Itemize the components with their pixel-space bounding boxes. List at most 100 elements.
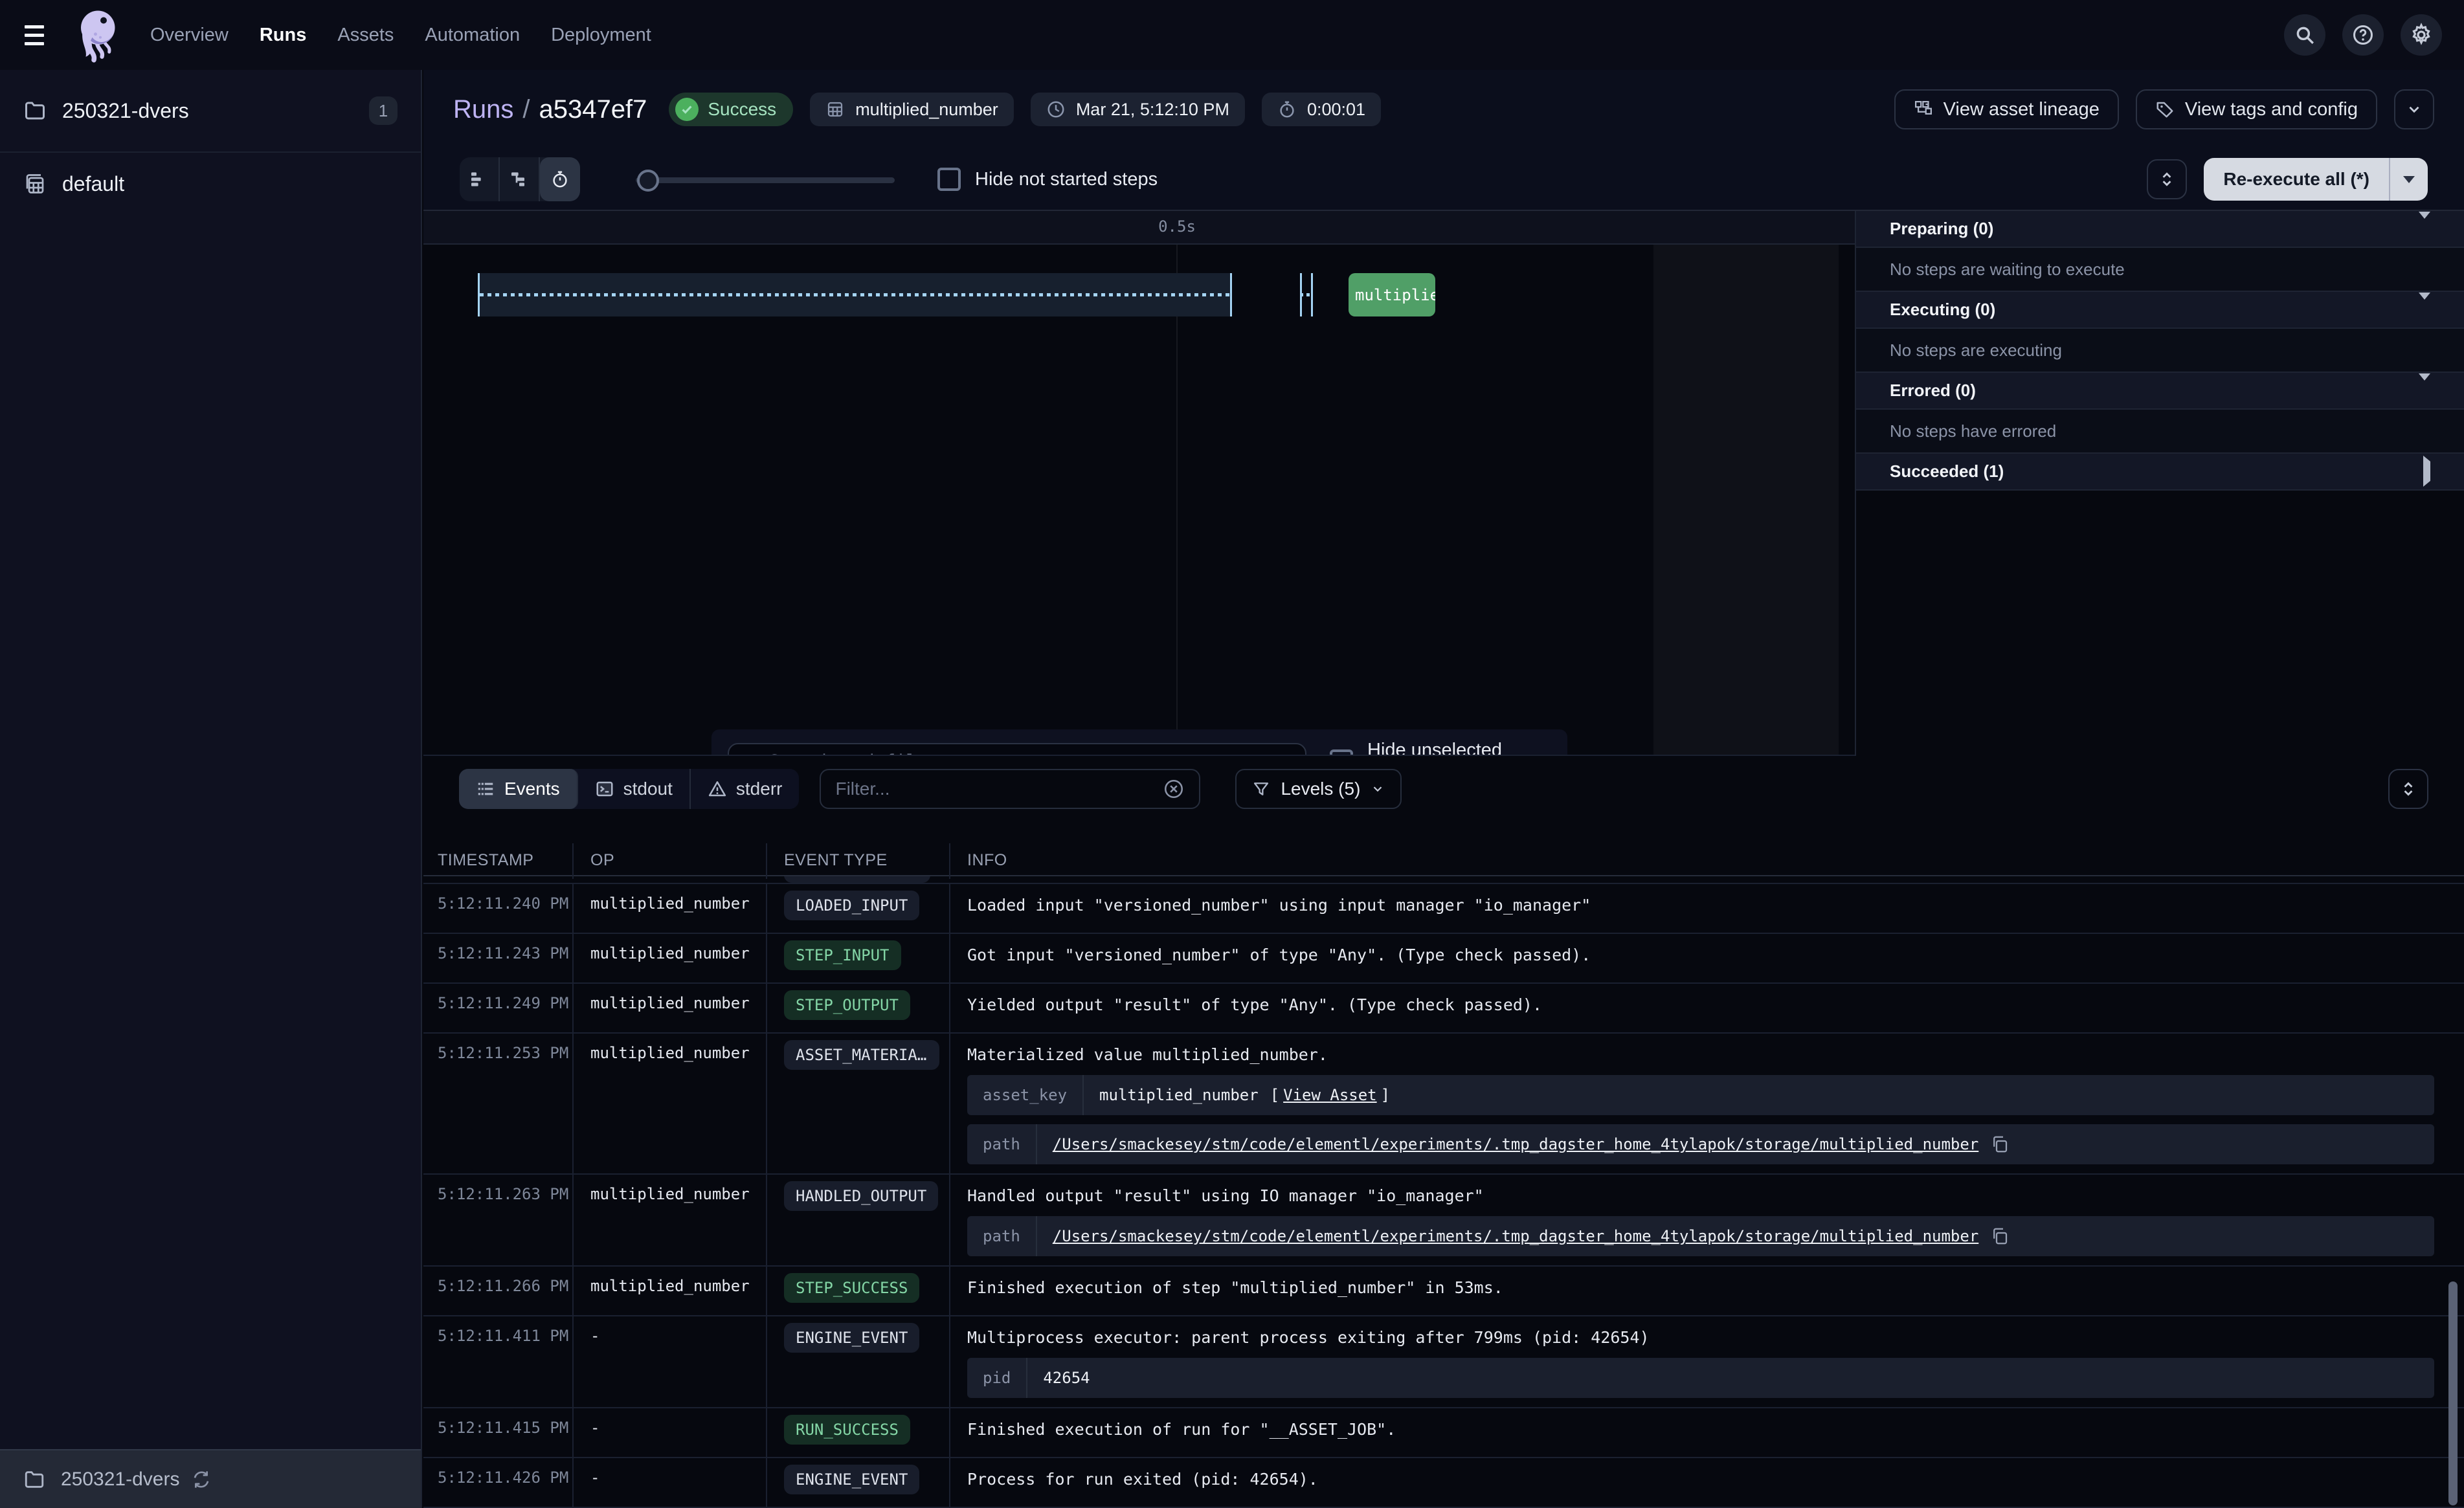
reexecute-dropdown-button[interactable] — [2390, 176, 2428, 183]
check-circle-icon — [675, 98, 699, 121]
levels-filter-button[interactable]: Levels (5) — [1235, 769, 1402, 809]
sidebar-item-repo[interactable]: 250321-dvers 1 — [0, 70, 421, 153]
step-section-header-1[interactable]: Executing (0) — [1856, 292, 2464, 329]
warning-icon — [708, 779, 727, 799]
gantt-toolbar-right: Re-execute all (*) — [2147, 158, 2428, 201]
event-op: multiplied_number — [574, 1175, 767, 1265]
stopwatch-icon — [1277, 100, 1297, 119]
tab-stderr[interactable]: stderr — [691, 769, 800, 809]
event-type-cell: RUN_SUCCESS — [767, 1408, 950, 1457]
path-link[interactable]: /Users/smackesey/stm/code/elementl/exper… — [1053, 1227, 1978, 1245]
clock-icon — [1046, 100, 1066, 119]
table-row[interactable]: 5:12:11.243 PMmultiplied_numberSTEP_INPU… — [423, 934, 2464, 984]
table-row[interactable]: 5:12:11.240 PMmultiplied_numberLOADED_IN… — [423, 884, 2464, 934]
event-info-text: Yielded output "result" of type "Any". (… — [967, 994, 2434, 1016]
sidebar-footer-repo[interactable]: 250321-dvers — [0, 1449, 421, 1508]
dagster-run-page: Overview Runs Assets Automation Deployment 2… — [0, 0, 2464, 1508]
step-search-input[interactable] — [769, 751, 1292, 756]
metadata-key: path — [967, 1124, 1037, 1164]
col-header-event-type: EVENT TYPE — [767, 843, 950, 879]
tab-stdout[interactable]: stdout — [578, 769, 691, 809]
waterfall-view-icon[interactable] — [500, 157, 540, 201]
hide-unselected-checkbox[interactable] — [1330, 749, 1353, 756]
flat-view-icon[interactable] — [460, 157, 500, 201]
timed-view-icon[interactable] — [540, 157, 580, 201]
zoom-slider[interactable] — [636, 157, 895, 201]
event-type-badge: ASSET_MATERIALIZATION — [784, 1040, 939, 1070]
events-scrollbar[interactable] — [2448, 1281, 2458, 1505]
view-asset-lineage-button[interactable]: View asset lineage — [1894, 89, 2119, 129]
dagster-logo-icon[interactable] — [71, 6, 123, 63]
event-op: multiplied_number — [574, 884, 767, 933]
table-row[interactable]: 5:12:11.249 PMmultiplied_numberSTEP_OUTP… — [423, 984, 2464, 1034]
gantt-highlight-column — [1653, 245, 1839, 755]
table-row[interactable]: 5:12:11.415 PM-RUN_SUCCESSFinished execu… — [423, 1408, 2464, 1458]
terminal-icon — [595, 779, 614, 799]
event-type-cell: ENGINE_EVENT — [767, 1458, 950, 1507]
events-expand-button[interactable] — [2388, 769, 2428, 809]
status-badge: Success — [669, 93, 793, 126]
help-icon[interactable] — [2342, 14, 2384, 56]
folder-icon — [23, 1469, 45, 1491]
search-icon[interactable] — [2284, 14, 2325, 56]
table-row[interactable]: 5:12:11.266 PMmultiplied_numberSTEP_SUCC… — [423, 1267, 2464, 1316]
settings-gear-icon[interactable] — [2401, 14, 2442, 56]
table-row[interactable]: 5:12:11.411 PM-ENGINE_EVENTMultiprocess … — [423, 1316, 2464, 1408]
sidebar-item-default[interactable]: default — [0, 153, 421, 215]
table-row[interactable]: 5:12:11.426 PM-ENGINE_EVENTProcess for r… — [423, 1458, 2464, 1508]
breadcrumb-runs-link[interactable]: Runs — [453, 95, 513, 124]
event-info-text: Loaded input "versioned_number" using in… — [967, 894, 2434, 916]
table-row[interactable]: 5:12:11.253 PMmultiplied_numberASSET_MAT… — [423, 1034, 2464, 1175]
events-table-header: TIMESTAMPOPEVENT TYPEINFO — [423, 843, 2464, 876]
nav-link-runs[interactable]: Runs — [260, 25, 307, 46]
gantt-step-bar[interactable]: multiplied_number — [1349, 273, 1435, 316]
event-op: - — [574, 1408, 767, 1457]
event-op: multiplied_number — [574, 1267, 767, 1315]
event-badge-clipped — [784, 876, 930, 883]
event-op: multiplied_number — [574, 934, 767, 982]
event-timestamp: 5:12:11.266 PM — [423, 1267, 574, 1315]
reexecute-all-button[interactable]: Re-execute all (*) — [2204, 158, 2428, 201]
event-info-text: Multiprocess executor: parent process ex… — [967, 1327, 2434, 1349]
event-type-badge: STEP_INPUT — [784, 940, 901, 970]
view-asset-link[interactable]: View Asset — [1283, 1086, 1377, 1104]
event-op: - — [574, 1458, 767, 1507]
slider-knob[interactable] — [637, 170, 659, 192]
tab-events[interactable]: Events — [459, 769, 578, 809]
reload-icon[interactable] — [191, 1469, 212, 1490]
copy-icon[interactable] — [1990, 1226, 2010, 1246]
view-tags-config-button[interactable]: View tags and config — [2136, 89, 2377, 129]
nav-link-assets[interactable]: Assets — [337, 25, 394, 46]
tag-icon — [2155, 100, 2175, 119]
gantt-dot-segment — [1300, 293, 1313, 296]
hide-not-started-checkbox[interactable] — [937, 168, 961, 191]
event-timestamp: 5:12:11.253 PM — [423, 1034, 574, 1173]
nav-link-automation[interactable]: Automation — [425, 25, 520, 46]
step-section-header-2[interactable]: Errored (0) — [1856, 373, 2464, 410]
caret-right-icon — [2423, 461, 2430, 482]
header-more-dropdown-button[interactable] — [2394, 89, 2434, 129]
event-info: Finished execution of run for "__ASSET_J… — [950, 1408, 2464, 1457]
nav-link-overview[interactable]: Overview — [150, 25, 229, 46]
run-id: a5347ef7 — [539, 95, 647, 124]
expand-collapse-button[interactable] — [2147, 159, 2187, 199]
event-info: Loaded input "versioned_number" using in… — [950, 884, 2464, 933]
repo-label: 250321-dvers — [62, 99, 189, 123]
copy-icon[interactable] — [1990, 1135, 2010, 1154]
step-section-header-3[interactable]: Succeeded (1) — [1856, 454, 2464, 491]
step-section-title: Preparing (0) — [1890, 219, 1993, 239]
gantt-view-mode-control — [460, 157, 580, 201]
path-link[interactable]: /Users/smackesey/stm/code/elementl/exper… — [1053, 1135, 1978, 1153]
hide-not-started-checkline: Hide not started steps — [937, 168, 1158, 191]
step-section-header-0[interactable]: Preparing (0) — [1856, 211, 2464, 248]
clear-filter-icon[interactable] — [1163, 778, 1185, 800]
asset-grid-icon — [825, 100, 845, 119]
nav-link-deployment[interactable]: Deployment — [551, 25, 651, 46]
metadata-value: /Users/smackesey/stm/code/elementl/exper… — [1037, 1124, 2025, 1164]
metadata-value: /Users/smackesey/stm/code/elementl/exper… — [1037, 1216, 2025, 1256]
table-row[interactable]: 5:12:11.263 PMmultiplied_numberHANDLED_O… — [423, 1175, 2464, 1267]
log-filter-input[interactable] — [835, 779, 1163, 799]
menu-icon[interactable] — [14, 12, 60, 58]
metadata-row-asset_key: asset_keymultiplied_number[View Asset] — [967, 1075, 2434, 1115]
asset-tag[interactable]: multiplied_number — [810, 93, 1014, 126]
